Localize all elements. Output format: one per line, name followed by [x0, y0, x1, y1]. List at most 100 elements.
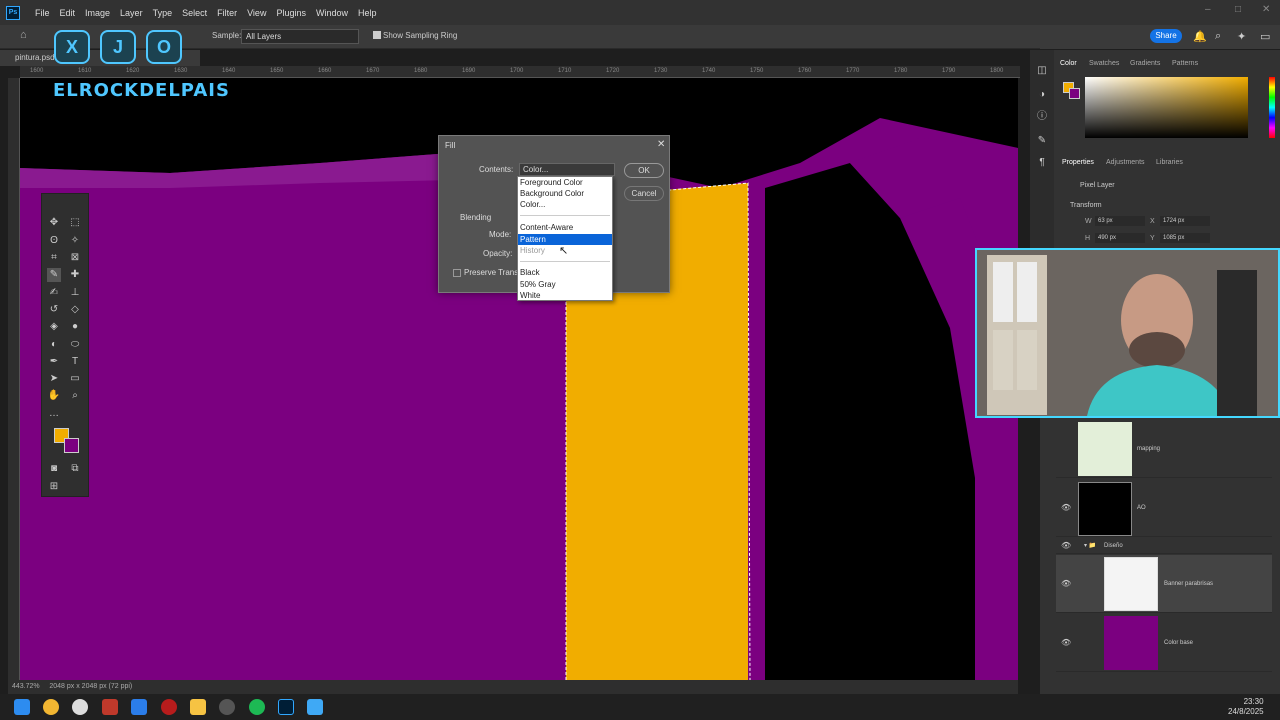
tab-libraries[interactable]: Libraries: [1156, 159, 1183, 166]
option-50-gray[interactable]: 50% Gray: [518, 279, 612, 290]
menu-image[interactable]: Image: [80, 8, 115, 18]
y-field[interactable]: 1085 px: [1160, 233, 1210, 243]
bell-icon[interactable]: 🔔: [1193, 30, 1207, 43]
tab-adjustments[interactable]: Adjustments: [1106, 159, 1145, 166]
info-panel-icon[interactable]: ⓘ: [1035, 110, 1049, 124]
menu-filter[interactable]: Filter: [212, 8, 242, 18]
menu-help[interactable]: Help: [353, 8, 382, 18]
record-icon[interactable]: [161, 699, 177, 715]
app-icon[interactable]: [102, 699, 118, 715]
eye-icon[interactable]: 👁: [1061, 541, 1071, 550]
sparkle-icon[interactable]: ✦: [1237, 30, 1246, 43]
magic-wand-icon[interactable]: ✧: [68, 234, 82, 248]
screen-mode-icon[interactable]: ⧉: [68, 462, 82, 476]
menu-select[interactable]: Select: [177, 8, 212, 18]
tab-swatches[interactable]: Swatches: [1089, 60, 1119, 67]
color-panel-background[interactable]: [1069, 88, 1080, 99]
menu-window[interactable]: Window: [311, 8, 353, 18]
option-color[interactable]: Color...: [518, 199, 612, 210]
smudge-tool-icon[interactable]: ⬭: [68, 338, 82, 352]
blur-tool-icon[interactable]: ●: [68, 320, 82, 334]
layer-row-selected[interactable]: 👁 Banner parabrisas: [1056, 555, 1272, 613]
maximize-icon[interactable]: □: [1235, 4, 1241, 15]
healing-brush-icon[interactable]: ✚: [68, 268, 82, 282]
marquee-tool-icon[interactable]: ⬚: [68, 216, 82, 230]
option-foreground-color[interactable]: Foreground Color: [518, 177, 612, 188]
workspace-icon[interactable]: ▭: [1260, 30, 1270, 43]
tab-patterns[interactable]: Patterns: [1172, 60, 1198, 67]
layer-group-row[interactable]: 👁 ▾ 📁 Diseño: [1056, 538, 1272, 554]
type-tool-icon[interactable]: T: [68, 355, 82, 369]
x-field[interactable]: 1724 px: [1160, 216, 1210, 226]
brush-tool-icon[interactable]: ✍: [47, 286, 61, 300]
hue-slider[interactable]: [1269, 77, 1275, 138]
lasso-tool-icon[interactable]: ʘ: [47, 234, 61, 248]
spotify-icon[interactable]: [249, 699, 265, 715]
color-picker-field[interactable]: [1085, 77, 1248, 138]
sample-select[interactable]: All Layers: [241, 29, 359, 44]
menu-edit[interactable]: Edit: [55, 8, 81, 18]
menu-plugins[interactable]: Plugins: [271, 8, 311, 18]
menu-file[interactable]: File: [30, 8, 55, 18]
menu-layer[interactable]: Layer: [115, 8, 148, 18]
tab-color[interactable]: Color: [1060, 60, 1077, 67]
path-select-icon[interactable]: ➤: [47, 372, 61, 386]
adjustments-panel-icon[interactable]: ◑: [1035, 88, 1049, 102]
ok-button[interactable]: OK: [624, 163, 664, 178]
frame-tool-icon[interactable]: ⊠: [68, 251, 82, 265]
background-color-swatch[interactable]: [64, 438, 79, 453]
height-field[interactable]: 490 px: [1095, 233, 1145, 243]
history-brush-icon[interactable]: ↺: [47, 303, 61, 317]
app-icon[interactable]: [307, 699, 323, 715]
cancel-button[interactable]: Cancel: [624, 186, 664, 201]
history-panel-icon[interactable]: ◫: [1035, 64, 1049, 78]
paint-bucket-icon[interactable]: ◈: [47, 320, 61, 334]
layer-row[interactable]: mapping: [1056, 420, 1272, 478]
app-icon[interactable]: [219, 699, 235, 715]
layer-row[interactable]: 👁 Color base: [1056, 614, 1272, 672]
quick-mask-icon[interactable]: ◙: [47, 462, 61, 476]
option-black[interactable]: Black: [518, 267, 612, 278]
edit-toolbar-icon[interactable]: ⊞: [47, 480, 61, 494]
photoshop-taskbar-icon[interactable]: [278, 699, 294, 715]
clock[interactable]: 23:30 24/8/2025: [1228, 697, 1264, 717]
dodge-tool-icon[interactable]: ◐: [47, 338, 61, 352]
vscode-icon[interactable]: [131, 699, 147, 715]
search-icon[interactable]: ⌕: [1215, 30, 1221, 43]
tab-gradients[interactable]: Gradients: [1130, 60, 1160, 67]
chrome-icon[interactable]: [43, 699, 59, 715]
eye-icon[interactable]: 👁: [1061, 638, 1071, 647]
tab-properties[interactable]: Properties: [1062, 159, 1094, 166]
pen-tool-icon[interactable]: ✒: [47, 355, 61, 369]
brush-panel-icon[interactable]: ✎: [1035, 134, 1049, 148]
close-window-icon[interactable]: ✕: [1262, 4, 1270, 15]
share-button[interactable]: Share: [1150, 29, 1182, 43]
sampling-ring-checkbox[interactable]: [373, 31, 381, 39]
file-explorer-icon[interactable]: [190, 699, 206, 715]
paragraph-panel-icon[interactable]: ¶: [1035, 156, 1049, 170]
eye-icon[interactable]: 👁: [1061, 503, 1071, 512]
menu-view[interactable]: View: [242, 8, 271, 18]
option-content-aware[interactable]: Content-Aware: [518, 222, 612, 233]
close-icon[interactable]: ✕: [657, 139, 665, 150]
menu-type[interactable]: Type: [148, 8, 178, 18]
contents-select[interactable]: Color...: [519, 163, 615, 176]
app-icon[interactable]: [72, 699, 88, 715]
eye-icon[interactable]: 👁: [1061, 579, 1071, 588]
hand-tool-icon[interactable]: ✋: [47, 389, 61, 403]
crop-tool-icon[interactable]: ⌗: [47, 251, 61, 265]
minimize-icon[interactable]: –: [1205, 4, 1211, 15]
windows-start-icon[interactable]: [14, 699, 30, 715]
home-icon[interactable]: ⌂: [20, 29, 32, 41]
option-background-color[interactable]: Background Color: [518, 188, 612, 199]
width-field[interactable]: 63 px: [1095, 216, 1145, 226]
zoom-readout[interactable]: 443.72%: [12, 683, 40, 690]
eyedropper-tool-icon[interactable]: ✎: [47, 268, 61, 282]
zoom-tool-icon[interactable]: ⌕: [68, 389, 82, 403]
rectangle-tool-icon[interactable]: ▭: [68, 372, 82, 386]
layer-row[interactable]: 👁 AO: [1056, 479, 1272, 537]
option-white[interactable]: White: [518, 290, 612, 301]
move-tool-icon[interactable]: ✥: [47, 216, 61, 230]
preserve-transparency-checkbox[interactable]: [453, 269, 461, 277]
more-tools-icon[interactable]: …: [47, 407, 61, 421]
